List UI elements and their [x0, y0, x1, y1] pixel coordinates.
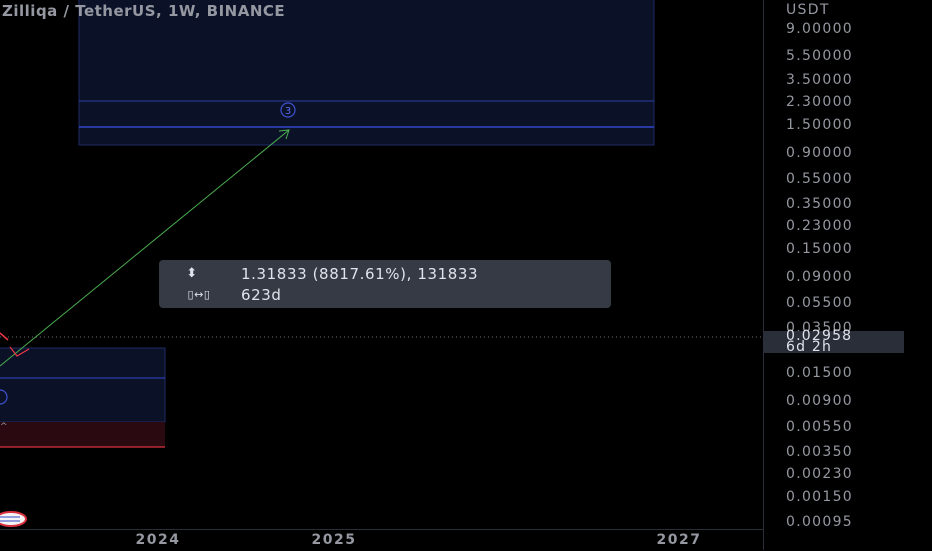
chart-area[interactable]: 3 ^ Zilliqa / TetherUS, 1W, BINANCE ⬍ 1.…	[0, 0, 763, 529]
price-tick-label: 0.00095	[786, 514, 853, 530]
price-tick-label: 0.15000	[786, 241, 853, 258]
price-tick-label: 1.50000	[786, 117, 853, 134]
price-tick-label: 0.00230	[786, 466, 853, 483]
price-tick-label: 0.00900	[786, 392, 853, 409]
price-tick-label: 0.00350	[786, 443, 853, 460]
measure-tooltip: ⬍ 1.31833 (8817.61%), 131833 ▯↔▯ 623d	[159, 260, 611, 308]
current-price-badge: 0.02958 6d 2h	[764, 329, 904, 354]
price-tick-label: 0.90000	[786, 144, 853, 161]
time-tick-2024: 2024	[135, 532, 181, 548]
price-tick-label: 0.01500	[786, 365, 853, 382]
target-zone[interactable]	[78, 0, 655, 146]
time-axis[interactable]: 2024 2025 2027	[0, 529, 763, 551]
price-tick-label: 0.55000	[786, 171, 853, 188]
entry-zone[interactable]	[0, 347, 166, 423]
price-tick-label: 2.30000	[786, 94, 853, 111]
time-tick-2025: 2025	[311, 532, 357, 548]
red-mark-1	[0, 332, 9, 341]
measure-price-change: 1.31833 (8817.61%), 131833	[241, 265, 479, 283]
price-tick-label: 0.23000	[786, 218, 853, 235]
price-axis[interactable]: USDT 9.00000 5.50000 3.50000 2.30000 1.50000…	[763, 0, 932, 550]
price-tick-label: 5.50000	[786, 47, 853, 64]
price-axis-unit: USDT	[786, 2, 830, 18]
price-tick-label: 0.00550	[786, 419, 853, 436]
price-tick-label: 0.05500	[786, 295, 853, 312]
price-tick-label: 9.00000	[786, 21, 853, 37]
price-range-icon: ⬍	[186, 266, 198, 281]
measure-duration: 623d	[241, 286, 282, 304]
flag-badge[interactable]	[0, 511, 27, 527]
time-tick-2027: 2027	[656, 532, 702, 548]
date-range-icon: ▯↔▯	[187, 288, 211, 301]
stop-marker-glyph: ^	[0, 422, 8, 432]
chart-title: Zilliqa / TetherUS, 1W, BINANCE	[2, 2, 286, 20]
price-tick-label: 0.09000	[786, 268, 853, 285]
price-tick-label: 3.50000	[786, 71, 853, 88]
stop-zone[interactable]	[0, 422, 165, 447]
projection-arrow[interactable]	[0, 129, 290, 367]
target-marker-label: 3	[285, 106, 291, 117]
price-tick-label: 0.00150	[786, 489, 853, 506]
price-tick-label: 0.35000	[786, 195, 853, 212]
